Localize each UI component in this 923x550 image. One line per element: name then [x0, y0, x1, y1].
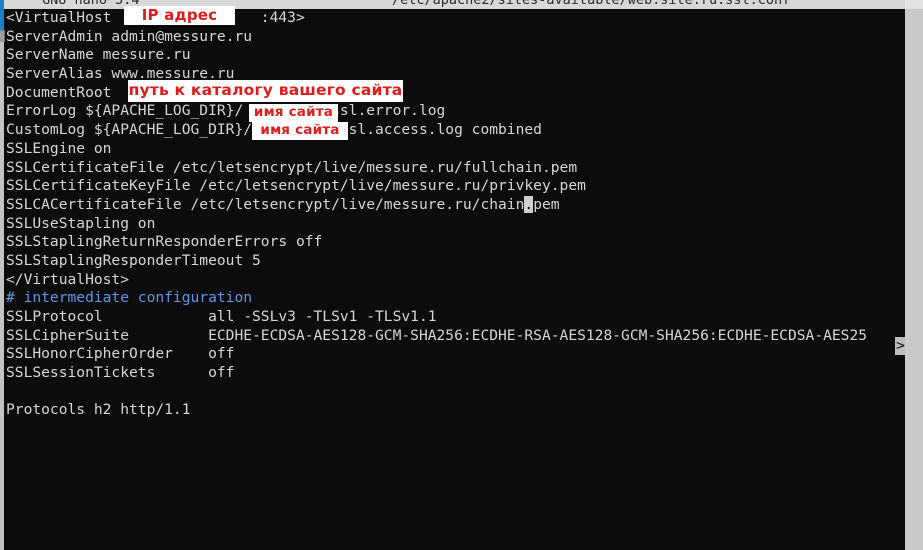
code-line-text: SSLStaplingReturnResponderErrors off	[6, 233, 323, 251]
code-line-text: SSLStaplingResponderTimeout 5	[6, 251, 261, 269]
code-line-ssl-engine[interactable]: SSLEngine on	[6, 140, 867, 159]
code-line-text: SSLCertificateKeyFile /etc/letsencrypt/l…	[6, 177, 586, 195]
line-wrap-marker: >	[895, 336, 905, 356]
nano-file-path: /etc/apache2/sites-available/web.site.ru…	[392, 0, 791, 8]
nano-editor-screenshot: GNU nano 5.4 /etc/apache2/sites-availabl…	[0, 0, 923, 550]
code-line-error-log[interactable]: ErrorLog ${APACHE_LOG_DIR}/ ssl.error.lo…	[6, 102, 867, 121]
window-right-gutter	[905, 9, 923, 550]
window-right-gutter-top	[905, 0, 923, 9]
annotation-document-root-path: путь к каталогу вашего сайта	[128, 80, 403, 102]
window-left-accent	[0, 0, 4, 31]
code-line-comment-intermediate[interactable]: # intermediate configuration	[6, 289, 867, 308]
code-line-ssl-ca-cert-file[interactable]: SSLCACertificateFile /etc/letsencrypt/li…	[6, 195, 867, 215]
code-line-vhost-close[interactable]: </VirtualHost>	[6, 271, 867, 290]
code-line-ssl-session-tickets[interactable]: SSLSessionTickets off	[6, 364, 867, 383]
code-line-ssl-use-stapling[interactable]: SSLUseStapling on	[6, 215, 867, 234]
code-line-custom-log[interactable]: CustomLog ${APACHE_LOG_DIR}/ ssl.access.…	[6, 121, 867, 140]
code-line-text: ErrorLog ${APACHE_LOG_DIR}/ ssl.error.lo…	[6, 102, 446, 120]
code-line-ssl-protocol[interactable]: SSLProtocol all -SSLv3 -TLSv1 -TLSv1.1	[6, 308, 867, 327]
window-left-rail	[0, 31, 4, 550]
code-line-text: SSLCACertificateFile /etc/letsencrypt/li…	[6, 195, 525, 213]
code-line-blank-1[interactable]	[6, 383, 867, 402]
code-line-text: SSLCertificateFile /etc/letsencrypt/live…	[6, 158, 578, 176]
code-line-text: # intermediate configuration	[6, 289, 253, 307]
code-line-server-admin[interactable]: ServerAdmin admin@messure.ru	[6, 28, 867, 47]
code-line-ssl-honor-cipher-order[interactable]: SSLHonorCipherOrder off	[6, 345, 867, 364]
code-line-protocols[interactable]: Protocols h2 http/1.1	[6, 401, 867, 420]
code-line-text: ServerName messure.ru	[6, 46, 191, 64]
code-line-text: SSLCipherSuite ECDHE-ECDSA-AES128-GCM-SH…	[6, 326, 868, 344]
code-line-ssl-stapling-timeout[interactable]: SSLStaplingResponderTimeout 5	[6, 252, 867, 271]
code-line-ssl-stapling-errors[interactable]: SSLStaplingReturnResponderErrors off	[6, 233, 867, 252]
code-line-text: Protocols h2 http/1.1	[6, 401, 191, 419]
window-left-glyph-icon	[0, 30, 5, 42]
text-cursor: .	[524, 195, 534, 213]
code-line-text: DocumentRoot	[6, 83, 112, 101]
code-line-server-name[interactable]: ServerName messure.ru	[6, 46, 867, 65]
code-line-text: SSLUseStapling on	[6, 214, 156, 232]
code-line-text: SSLHonorCipherOrder off	[6, 345, 235, 363]
code-line-text: </VirtualHost>	[6, 270, 130, 288]
code-line-ssl-cert-key-file[interactable]: SSLCertificateKeyFile /etc/letsencrypt/l…	[6, 177, 867, 196]
code-line-ssl-cipher-suite[interactable]: SSLCipherSuite ECDHE-ECDSA-AES128-GCM-SH…	[6, 327, 867, 346]
code-line-text-tail: pem	[533, 195, 560, 213]
code-line-text: ServerAdmin admin@messure.ru	[6, 27, 253, 45]
annotation-ip-address: IP адрес	[124, 6, 235, 25]
code-line-text: SSLEngine on	[6, 139, 112, 157]
config-file-text[interactable]: <VirtualHost :443> ServerAdmin admin@mess…	[6, 9, 867, 420]
annotation-error-log-site-name: имя сайта	[249, 104, 338, 122]
code-line-text: SSLSessionTickets off	[6, 364, 235, 382]
code-line-text: SSLProtocol all -SSLv3 -TLSv1 -TLSv1.1	[6, 308, 437, 325]
code-line-ssl-cert-file[interactable]: SSLCertificateFile /etc/letsencrypt/live…	[6, 159, 867, 178]
annotation-access-log-site-name: имя сайта	[252, 122, 348, 140]
